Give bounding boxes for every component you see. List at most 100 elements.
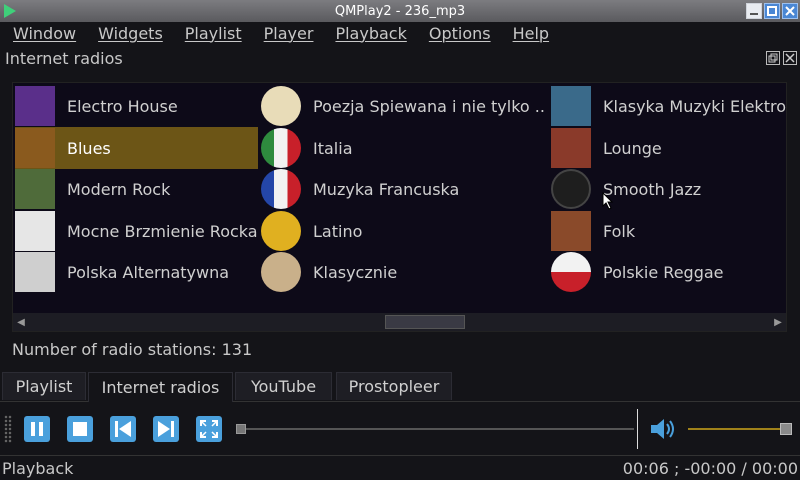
menu-help[interactable]: Help [500, 24, 558, 43]
lyre-icon [261, 86, 301, 126]
station-name: Polska Alternatywna [67, 262, 230, 282]
station-item[interactable]: Muzyka Francuska [261, 168, 545, 210]
polska-alternatywna-cover [15, 252, 55, 292]
scroll-right-arrow-icon[interactable]: ▶ [770, 313, 786, 331]
volume-button[interactable] [649, 414, 677, 444]
station-item[interactable]: Mocne Brzmienie Rocka [15, 210, 258, 252]
menu-player[interactable]: Player [251, 24, 323, 43]
tab-playlist[interactable]: Playlist [2, 372, 86, 400]
station-name: Poezja Spiewana i nie tylko ... [313, 96, 545, 116]
station-name: Muzyka Francuska [313, 179, 460, 199]
station-item[interactable]: Klasyka Muzyki Elektronicznej [551, 85, 786, 127]
station-item[interactable]: Klasycznie [261, 251, 545, 293]
toolbar-grip[interactable] [4, 415, 12, 443]
station-item[interactable]: Folk [551, 210, 786, 252]
previous-icon [110, 416, 136, 442]
modern-rock-cover [15, 169, 55, 209]
window-title: QMPlay2 - 236_mp3 [334, 3, 466, 19]
fullscreen-button[interactable] [194, 414, 224, 444]
blues-cover [15, 128, 55, 168]
horizontal-scrollbar[interactable]: ◀ ▶ [13, 313, 786, 331]
station-name: Klasyka Muzyki Elektronicznej [603, 96, 786, 116]
close-button[interactable] [782, 3, 798, 19]
station-name: Smooth Jazz [603, 179, 702, 199]
stop-icon [67, 416, 93, 442]
scroll-left-arrow-icon[interactable]: ◀ [13, 313, 29, 331]
tab-bar: Playlist Internet radios YouTube Prostop… [0, 372, 800, 402]
klasyka-elektro-cover [551, 86, 591, 126]
station-item[interactable]: Poezja Spiewana i nie tylko ... [261, 85, 545, 127]
tab-youtube[interactable]: YouTube [235, 372, 332, 400]
float-icon [768, 53, 778, 63]
station-name: Latino [313, 221, 363, 241]
station-name: Klasycznie [313, 262, 398, 282]
previous-button[interactable] [108, 414, 138, 444]
menu-options[interactable]: Options [416, 24, 500, 43]
latino-icon [261, 211, 301, 251]
station-name: Blues [67, 138, 111, 158]
lounge-cover [551, 128, 591, 168]
station-item[interactable]: Modern Rock [15, 168, 258, 210]
menu-playlist[interactable]: Playlist [172, 24, 251, 43]
station-item[interactable]: Electro House [15, 85, 258, 127]
dock-float-button[interactable] [766, 51, 780, 65]
station-count: Number of radio stations: 131 [12, 340, 253, 359]
station-name: Modern Rock [67, 179, 171, 199]
seek-slider[interactable] [236, 424, 634, 434]
maximize-button[interactable] [764, 3, 780, 19]
close-icon [785, 53, 795, 63]
station-item[interactable]: Italia [261, 127, 545, 169]
station-item[interactable]: Latino [261, 210, 545, 252]
seek-handle[interactable] [236, 424, 246, 434]
title-bar: QMPlay2 - 236_mp3 [0, 0, 800, 22]
station-item[interactable]: Blues [15, 127, 258, 169]
station-name: Lounge [603, 138, 662, 158]
speaker-icon [651, 419, 674, 439]
menu-playback[interactable]: Playback [322, 24, 415, 43]
station-name: Polskie Reggae [603, 262, 724, 282]
next-button[interactable] [151, 414, 181, 444]
station-item[interactable]: Polskie Reggae [551, 251, 786, 293]
reggae-icon [551, 252, 591, 292]
station-name: Italia [313, 138, 353, 158]
fullscreen-icon [196, 416, 222, 442]
time-display: 00:06 ; -00:00 / 00:00 [622, 458, 798, 478]
close-icon [785, 6, 795, 16]
electro-house-cover [15, 86, 55, 126]
tab-prostopleer[interactable]: Prostopleer [336, 372, 452, 400]
station-name: Mocne Brzmienie Rocka [67, 221, 258, 241]
pause-icon [24, 416, 50, 442]
maximize-icon [767, 6, 777, 16]
volume-handle[interactable] [780, 423, 792, 435]
status-text: Playback [2, 458, 74, 478]
violin-icon [261, 252, 301, 292]
folk-cover [551, 211, 591, 251]
tab-internet-radios[interactable]: Internet radios [88, 372, 233, 402]
station-name: Electro House [67, 96, 178, 116]
station-list: Electro House Blues Modern Rock Mocne Brzmi… [15, 85, 786, 313]
dock-close-button[interactable] [783, 51, 797, 65]
france-flag-icon [261, 169, 301, 209]
seek-track [244, 428, 634, 430]
stop-button[interactable] [65, 414, 95, 444]
station-item[interactable]: Polska Alternatywna [15, 251, 258, 293]
station-item[interactable]: Lounge [551, 127, 786, 169]
volume-slider[interactable] [688, 423, 792, 435]
minimize-icon [750, 13, 758, 15]
player-controls [0, 405, 800, 453]
status-bar: Playback 00:06 ; -00:00 / 00:00 [0, 455, 800, 480]
station-item[interactable]: Smooth Jazz [551, 168, 786, 210]
minimize-button[interactable] [746, 3, 762, 19]
next-icon [153, 416, 179, 442]
menu-window[interactable]: Window [0, 24, 85, 43]
italy-flag-icon [261, 128, 301, 168]
menu-widgets[interactable]: Widgets [85, 24, 172, 43]
station-name: Folk [603, 221, 636, 241]
saxophone-icon [551, 169, 591, 209]
mocne-brzmienie-cover [15, 211, 55, 251]
dock-header: Internet radios [0, 46, 800, 70]
menu-bar: Window Widgets Playlist Player Playback … [0, 22, 800, 44]
pause-button[interactable] [22, 414, 52, 444]
toolbar-divider [637, 409, 638, 449]
scrollbar-thumb[interactable] [385, 315, 465, 329]
